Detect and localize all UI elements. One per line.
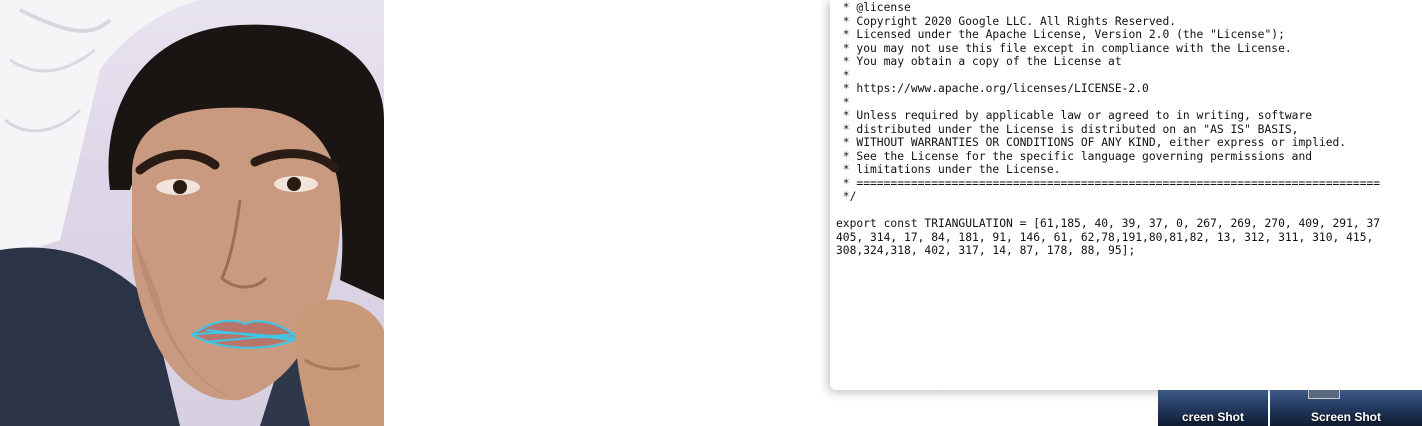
desktop-file-label: creen Shot	[1181, 410, 1244, 424]
editor-line: * Licensed under the Apache License, Ver…	[836, 28, 1285, 41]
desktop-file-screenshot[interactable]: creen Shot	[1158, 390, 1268, 426]
text-editor-window[interactable]: * @license * Copyright 2020 Google LLC. …	[830, 0, 1422, 390]
editor-line: *	[836, 95, 850, 109]
editor-line: * you may not use this file except in co…	[836, 41, 1292, 55]
webcam-image	[0, 0, 384, 426]
editor-line: * limitations under the License.	[836, 163, 1061, 176]
editor-line: * distributed under the License is distr…	[836, 122, 1299, 136]
editor-line: * Copyright 2020 Google LLC. All Rights …	[836, 14, 1177, 28]
desktop-file-label: Screen Shot	[1310, 410, 1382, 424]
editor-line: * See the License for the specific langu…	[836, 149, 1313, 163]
editor-line: * ======================================…	[836, 176, 1381, 190]
editor-line: * @license	[836, 1, 911, 14]
file-thumbnail-icon	[1308, 390, 1340, 399]
editor-line: * https://www.apache.org/licenses/LICENS…	[836, 82, 1149, 95]
editor-line: * You may obtain a copy of the License a…	[836, 55, 1122, 68]
editor-content[interactable]: * @license * Copyright 2020 Google LLC. …	[830, 0, 1422, 258]
editor-line: *	[836, 68, 850, 82]
editor-line: 308,324,318, 402, 317, 14, 87, 178, 88, …	[836, 244, 1136, 257]
editor-line: 405, 314, 17, 84, 181, 91, 146, 61, 62,7…	[836, 230, 1374, 244]
webcam-feed	[0, 0, 384, 426]
editor-line: * Unless required by applicable law or a…	[836, 109, 1313, 122]
editor-line: */	[836, 190, 857, 203]
editor-line: export const TRIANGULATION = [61,185, 40…	[836, 217, 1381, 230]
editor-line: * WITHOUT WARRANTIES OR CONDITIONS OF AN…	[836, 136, 1347, 149]
desktop-file-screenshot[interactable]: Screen Shot	[1270, 390, 1422, 426]
